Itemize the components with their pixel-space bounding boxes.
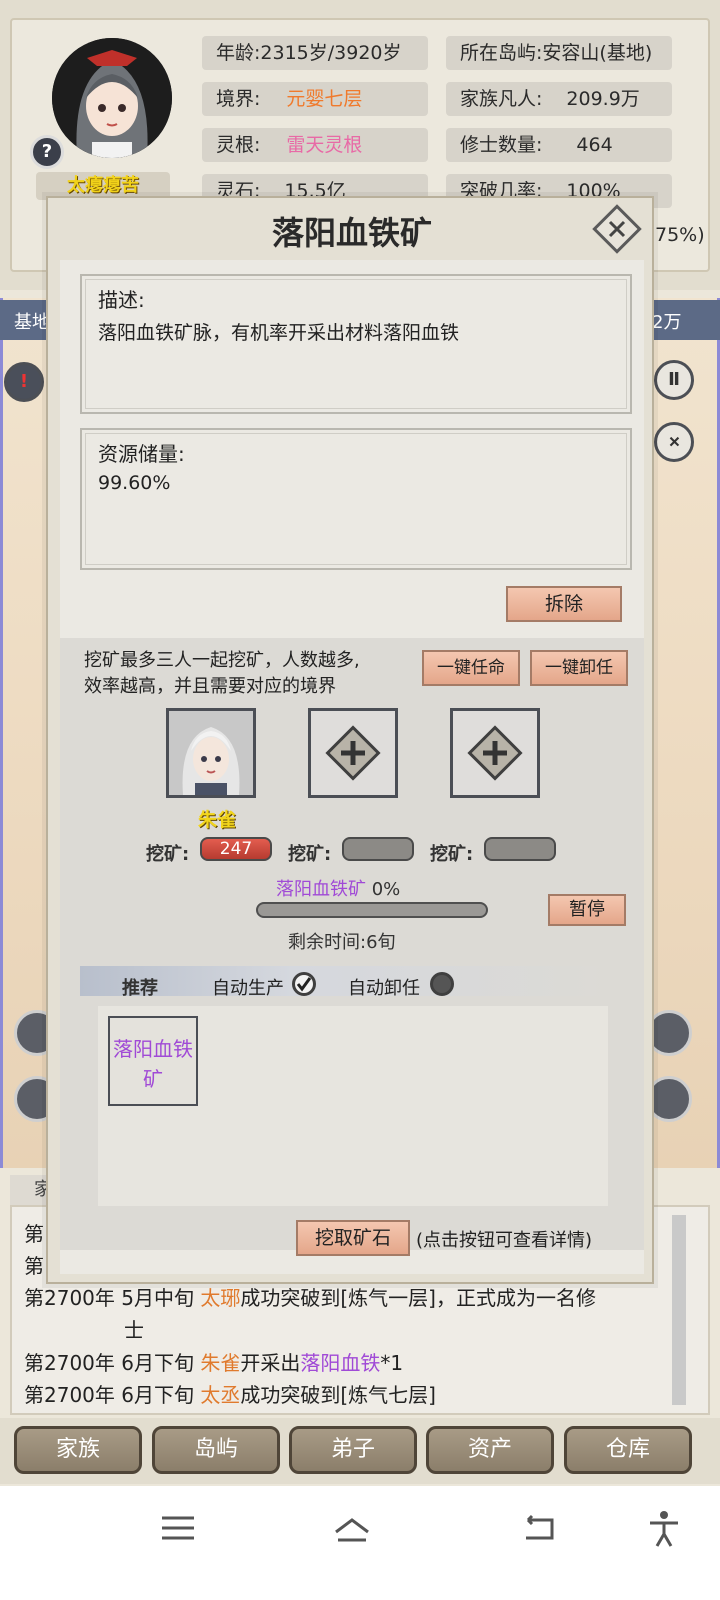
- alert-icon[interactable]: !: [4, 362, 44, 402]
- log-scrollbar[interactable]: [672, 1215, 686, 1405]
- stat-family-mortals: 家族凡人: 209.9万: [446, 82, 672, 116]
- production-progress-bar: [256, 902, 488, 918]
- nav-disciple-button[interactable]: 弟子: [289, 1426, 417, 1474]
- nav-assets-button[interactable]: 资产: [426, 1426, 554, 1474]
- log-tab[interactable]: 家: [10, 1175, 52, 1205]
- strip-left-text: 基地: [14, 312, 50, 333]
- log-line: 第2700年 5月中旬 太琊成功突破到[炼气一层]，正式成为一名修: [24, 1286, 596, 1310]
- description-box: 描述: 落阳血铁矿脉，有机率开采出材料落阳血铁: [80, 274, 632, 414]
- recommend-tab-row: [80, 966, 610, 996]
- worker-mine-value: [484, 837, 556, 861]
- dig-ore-button[interactable]: 挖取矿石: [296, 1220, 410, 1256]
- menu-icon[interactable]: [158, 1508, 198, 1548]
- checkmark-icon: [296, 977, 312, 992]
- worker-slot-2[interactable]: [308, 708, 398, 798]
- dig-hint-text: (点击按钮可查看详情): [416, 1230, 593, 1251]
- worker-portrait: [169, 711, 253, 795]
- worker-mine-value: 247: [200, 837, 272, 861]
- mining-description: 挖矿最多三人一起挖矿，人数越多, 效率越高，并且需要对应的境界: [84, 650, 360, 697]
- add-icon: [467, 725, 523, 781]
- character-avatar[interactable]: [52, 38, 172, 158]
- dialog-title: 落阳血铁矿: [271, 214, 432, 252]
- dismiss-all-button[interactable]: 一键卸任: [530, 650, 628, 686]
- production-status: 落阳血铁矿 0%: [276, 879, 401, 900]
- stat-cultivators: 修士数量: 464: [446, 128, 672, 162]
- home-icon[interactable]: [332, 1508, 372, 1548]
- auto-produce-checkbox[interactable]: [292, 972, 316, 996]
- worker-mine-value: [342, 837, 414, 861]
- back-icon[interactable]: [518, 1508, 558, 1548]
- dialog-body: 描述: 落阳血铁矿脉，有机率开采出材料落阳血铁 资源储量: 99.60% 拆除 …: [60, 260, 644, 1274]
- worker-slot-1[interactable]: [166, 708, 256, 798]
- stat-realm: 境界: 元婴七层: [202, 82, 428, 116]
- mine-label: 挖矿:: [430, 844, 474, 865]
- log-line-cont: 士: [124, 1318, 144, 1342]
- reserve-box: 资源储量: 99.60%: [80, 428, 632, 570]
- stat-age: 年龄:2315岁/3920岁: [202, 36, 428, 70]
- log-line: 第2700年 6月下旬 朱雀开采出落阳血铁*1: [24, 1351, 404, 1375]
- mine-dialog: 落阳血铁矿 描述: 落阳血铁矿脉，有机率开采出材料落阳血铁 资源储量: 99.6…: [46, 196, 654, 1284]
- worker-name: 朱雀: [198, 809, 237, 831]
- tab-recommend[interactable]: 推荐: [122, 974, 158, 1000]
- pause-icon[interactable]: Ⅱ: [654, 360, 694, 400]
- log-line-hidden-2: 第: [24, 1254, 44, 1278]
- log-line-hidden-1: 第: [24, 1222, 44, 1246]
- pause-button[interactable]: 暂停: [548, 894, 626, 926]
- mine-label: 挖矿:: [288, 844, 332, 865]
- stat-island: 所在岛屿:安容山(基地): [446, 36, 672, 70]
- stat-root: 灵根: 雷天灵根: [202, 128, 428, 162]
- nav-island-button[interactable]: 岛屿: [152, 1426, 280, 1474]
- partial-percent: 75%): [655, 224, 705, 246]
- strip-right-text: 2万: [652, 312, 682, 333]
- accessibility-icon[interactable]: [644, 1508, 684, 1548]
- auto-dismiss-checkbox[interactable]: [430, 972, 454, 996]
- assign-all-button[interactable]: 一键任命: [422, 650, 520, 686]
- auto-produce-label: 自动生产: [212, 978, 284, 999]
- close-icon[interactable]: [592, 204, 642, 254]
- remaining-time: 剩余时间:6旬: [288, 932, 396, 953]
- recommend-item-card[interactable]: 落阳血铁矿: [108, 1016, 198, 1106]
- help-icon[interactable]: ?: [30, 135, 64, 169]
- auto-dismiss-label: 自动卸任: [348, 978, 420, 999]
- description-label: 描述:: [98, 288, 145, 312]
- nav-warehouse-button[interactable]: 仓库: [564, 1426, 692, 1474]
- worker-slot-3[interactable]: [450, 708, 540, 798]
- add-icon: [325, 725, 381, 781]
- portrait-image: [52, 38, 172, 158]
- description-text: 落阳血铁矿脉，有机率开采出材料落阳血铁: [98, 322, 460, 344]
- reserve-label: 资源储量:: [98, 442, 185, 466]
- nav-family-button[interactable]: 家族: [14, 1426, 142, 1474]
- reserve-value: 99.60%: [98, 472, 171, 494]
- demolish-button[interactable]: 拆除: [506, 586, 622, 622]
- mine-label: 挖矿:: [146, 844, 190, 865]
- log-line: 第2700年 6月下旬 太丞成功突破到[炼气七层]: [24, 1383, 436, 1407]
